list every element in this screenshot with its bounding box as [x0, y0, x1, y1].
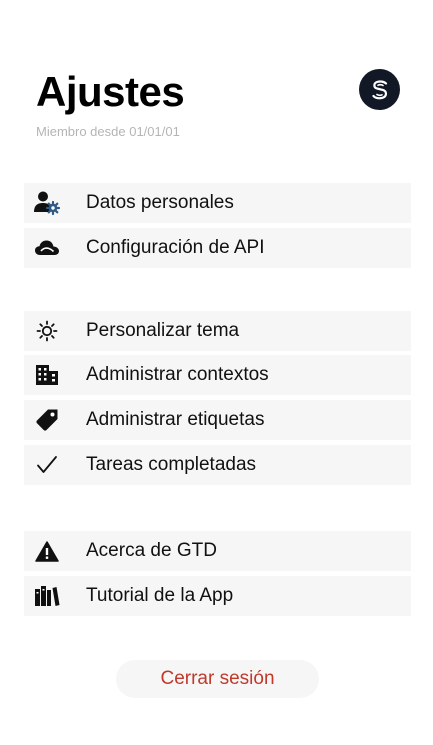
- row-label: Acerca de GTD: [86, 540, 217, 561]
- row-tutorial-app[interactable]: Tutorial de la App: [24, 576, 411, 616]
- tag-icon: [27, 400, 67, 440]
- row-label: Configuración de API: [86, 237, 265, 258]
- avatar[interactable]: [359, 69, 400, 110]
- cloud-icon: [27, 228, 67, 268]
- sun-icon: [27, 311, 67, 351]
- row-configuracion-api[interactable]: Configuración de API: [24, 228, 411, 268]
- logout-button[interactable]: Cerrar sesión: [116, 660, 319, 698]
- s-logo-icon: [371, 79, 387, 99]
- row-label: Personalizar tema: [86, 320, 240, 341]
- row-label: Administrar contextos: [86, 364, 269, 385]
- row-acerca-de-gtd[interactable]: Acerca de GTD: [24, 531, 411, 571]
- page-title: Ajustes: [36, 68, 185, 115]
- settings-screen: Ajustes Miembro desde 01/01/01 Datos per…: [0, 0, 433, 745]
- warning-icon: [27, 531, 67, 571]
- row-label: Datos personales: [86, 192, 234, 213]
- row-label: Tutorial de la App: [86, 585, 234, 606]
- row-personalizar-tema[interactable]: Personalizar tema: [24, 311, 411, 351]
- row-label: Administrar etiquetas: [86, 409, 265, 430]
- books-icon: [27, 576, 67, 616]
- user-gear-icon: [27, 183, 67, 223]
- row-administrar-etiquetas[interactable]: Administrar etiquetas: [24, 400, 411, 440]
- member-since-text: Miembro desde 01/01/01: [36, 124, 180, 139]
- row-tareas-completadas[interactable]: Tareas completadas: [24, 445, 411, 485]
- building-icon: [27, 355, 67, 395]
- row-label: Tareas completadas: [86, 454, 257, 475]
- checkmark-icon: [27, 445, 67, 485]
- row-datos-personales[interactable]: Datos personales: [24, 183, 411, 223]
- row-administrar-contextos[interactable]: Administrar contextos: [24, 355, 411, 395]
